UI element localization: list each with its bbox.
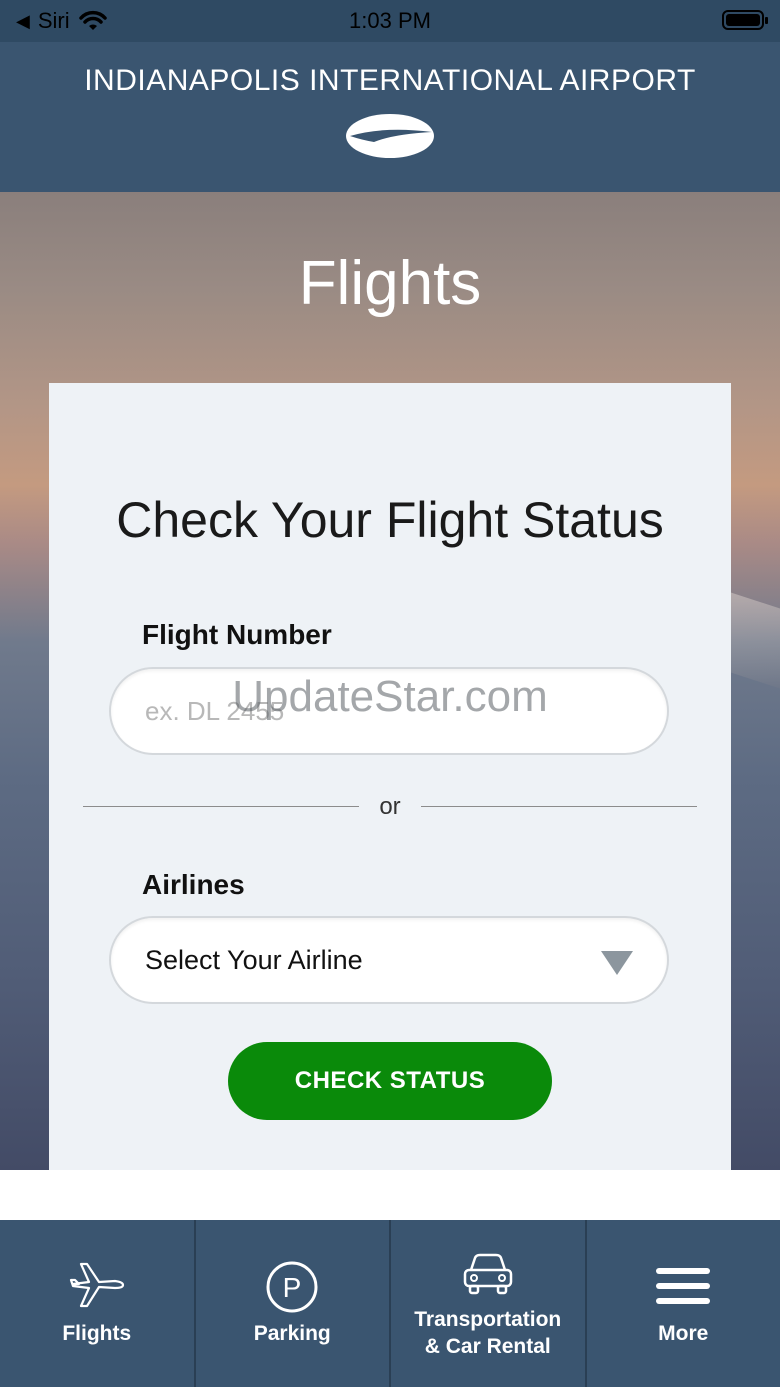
card-title: Check Your Flight Status xyxy=(116,492,664,548)
status-time: 1:03 PM xyxy=(349,8,431,33)
status-bar: ◀ Siri 1:03 PM xyxy=(0,0,780,42)
dropdown-caret-icon xyxy=(601,951,633,975)
wing-decoration xyxy=(730,592,780,692)
nav-label-more: More xyxy=(658,1322,709,1345)
flight-status-card: Check Your Flight Status Flight Number o… xyxy=(49,383,731,1170)
divider-left xyxy=(83,806,359,807)
nav-label-transportation-line2: & Car Rental xyxy=(424,1335,551,1358)
page-title: Flights xyxy=(298,249,482,318)
battery-icon xyxy=(722,10,768,30)
content-gap xyxy=(0,1170,780,1220)
nav-item-more[interactable]: More xyxy=(587,1220,780,1387)
divider-right xyxy=(421,806,697,807)
airplane-icon xyxy=(69,1262,124,1308)
flight-number-input[interactable] xyxy=(109,667,669,755)
car-icon xyxy=(463,1253,512,1295)
parking-icon: P xyxy=(266,1261,318,1313)
bottom-nav: Flights P Parking Transportation & Car R… xyxy=(0,1220,780,1387)
nav-item-parking[interactable]: P Parking xyxy=(196,1220,391,1387)
nav-label-flights: Flights xyxy=(62,1322,132,1345)
nav-item-transportation[interactable]: Transportation & Car Rental xyxy=(391,1220,587,1387)
svg-text:P: P xyxy=(283,1272,302,1303)
airline-select-value: Select Your Airline xyxy=(145,944,363,975)
check-status-button[interactable]: CHECK STATUS xyxy=(228,1042,552,1120)
airlines-label: Airlines xyxy=(142,869,245,900)
nav-label-parking: Parking xyxy=(253,1322,331,1345)
flight-number-label: Flight Number xyxy=(142,619,332,650)
nav-item-flights[interactable]: Flights xyxy=(0,1220,196,1387)
nav-label-transportation-line1: Transportation xyxy=(414,1308,562,1331)
nav-label-transportation: Transportation & Car Rental xyxy=(391,1306,585,1360)
airport-logo-icon xyxy=(346,114,434,158)
airline-select[interactable]: Select Your Airline xyxy=(109,916,669,1004)
airport-name: INDIANAPOLIS INTERNATIONAL AIRPORT xyxy=(84,64,696,97)
app-header: INDIANAPOLIS INTERNATIONAL AIRPORT xyxy=(0,42,780,192)
divider-or: or xyxy=(379,793,401,820)
menu-icon xyxy=(656,1268,711,1304)
